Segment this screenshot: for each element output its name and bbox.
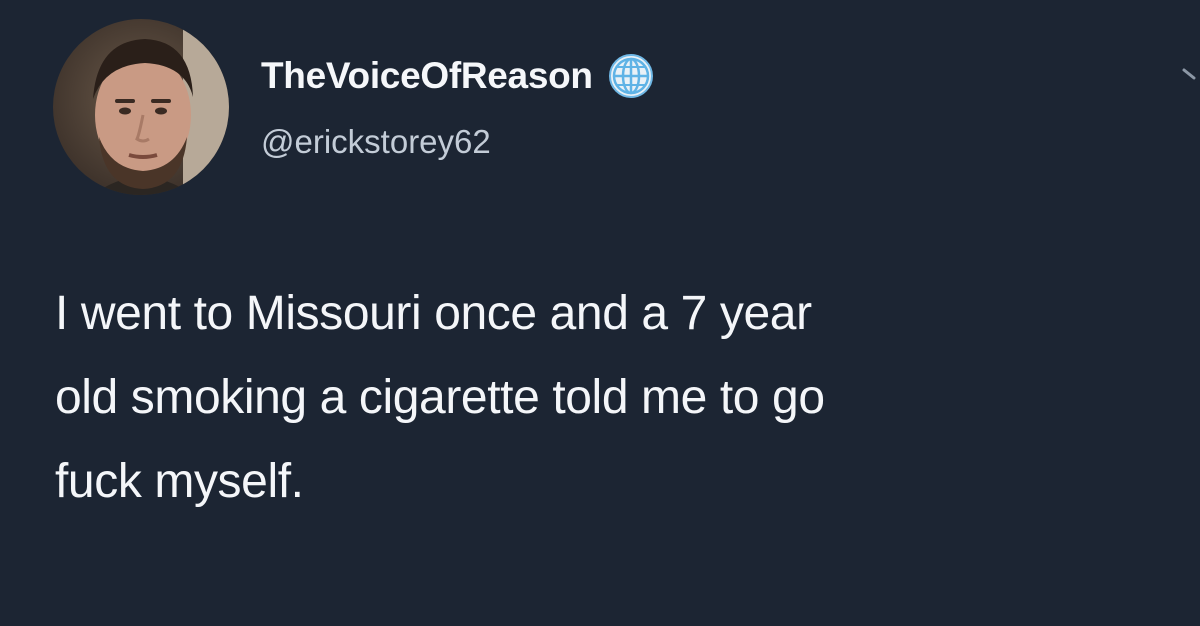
user-handle[interactable]: @erickstorey62 [261, 123, 491, 161]
tweet-text-line: fuck myself. [55, 455, 304, 508]
display-name[interactable]: TheVoiceOfReason [261, 55, 593, 97]
tweet-text-line: I went to Missouri once and a 7 year [55, 287, 812, 340]
tweet-text: I went to Missouri once and a 7 year old… [55, 272, 1175, 524]
globe-icon [608, 53, 654, 99]
avatar-photo [53, 19, 229, 195]
chevron-down-icon[interactable] [1180, 66, 1200, 86]
author-name-row: TheVoiceOfReason [261, 52, 654, 100]
tweet-card: TheVoiceOfReason @erickstorey62 I went t… [0, 0, 1200, 626]
avatar[interactable] [53, 19, 229, 195]
tweet-text-line: old smoking a cigarette told me to go [55, 371, 825, 424]
